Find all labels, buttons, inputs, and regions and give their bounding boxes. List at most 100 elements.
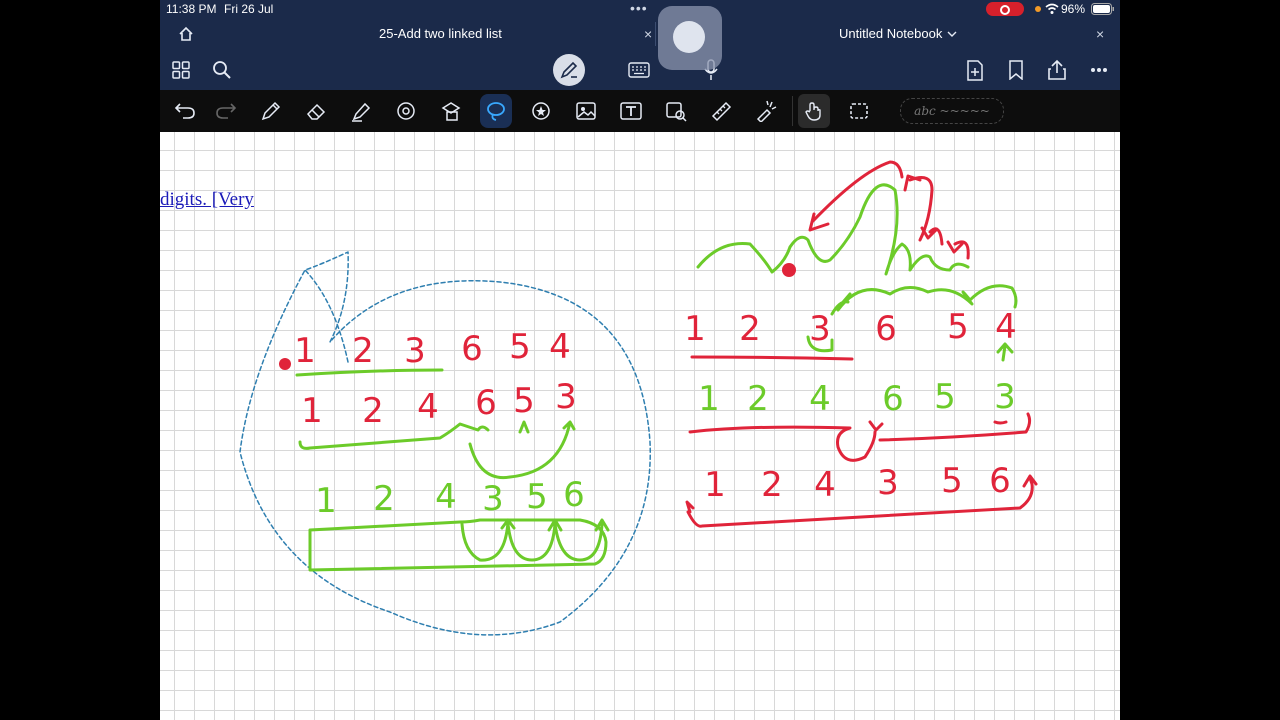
mic-indicator-icon bbox=[1035, 6, 1041, 12]
digit: 2 bbox=[362, 391, 384, 431]
tool-bar: abc ~~~~~ bbox=[160, 90, 1120, 132]
tab-add-two-linked-list[interactable]: 25-Add two linked list bbox=[379, 18, 502, 50]
tab-bar: 25-Add two linked list × Untitled Notebo… bbox=[160, 18, 1120, 50]
arc-stroke bbox=[836, 284, 1018, 312]
sticker-icon[interactable] bbox=[530, 100, 552, 122]
pen-tool-icon[interactable] bbox=[260, 100, 282, 122]
digit: 3 bbox=[404, 331, 426, 371]
hand-icon bbox=[805, 102, 821, 121]
left-row1: 1 2 3 6 5 4 bbox=[294, 327, 571, 371]
pointer-dot bbox=[279, 358, 291, 370]
wifi-icon bbox=[1045, 3, 1059, 14]
digit: 6 bbox=[875, 309, 897, 349]
digit: 1 bbox=[315, 481, 337, 521]
hand-tool-button[interactable] bbox=[798, 94, 830, 128]
write-mode-button[interactable] bbox=[553, 54, 585, 86]
digit: 4 bbox=[417, 387, 439, 427]
right-row1: 1 2 3 6 5 4 bbox=[684, 307, 1017, 349]
handwriting-layer: 1 2 3 6 5 4 1 2 4 6 5 3 1 2 4 3 5 6 1 2 … bbox=[239, 160, 1038, 636]
share-icon[interactable] bbox=[1047, 59, 1067, 81]
top-toolbar bbox=[160, 50, 1120, 90]
digit: 4 bbox=[809, 379, 831, 419]
search-icon[interactable] bbox=[212, 60, 232, 80]
status-date: Fri 26 Jul bbox=[224, 2, 274, 16]
arrow-stroke bbox=[946, 240, 970, 260]
digit: 3 bbox=[877, 463, 899, 503]
left-row2: 1 2 4 6 5 3 bbox=[301, 377, 577, 431]
arrow-stroke bbox=[518, 420, 530, 434]
pointer-dot bbox=[782, 263, 796, 277]
text-input-tool[interactable]: abc ~~~~~ bbox=[900, 98, 1004, 124]
selection-icon[interactable] bbox=[849, 102, 869, 120]
digit: 1 bbox=[301, 391, 323, 431]
highlighter-icon[interactable] bbox=[350, 100, 372, 122]
chevron-down-icon[interactable] bbox=[947, 30, 957, 38]
eraser-icon[interactable] bbox=[305, 100, 327, 122]
underline-stroke bbox=[690, 355, 854, 361]
digit: 2 bbox=[747, 379, 769, 419]
right-diagram: 1 2 3 6 5 4 1 2 4 6 5 3 1 2 4 3 5 6 bbox=[684, 307, 1017, 505]
image-icon[interactable] bbox=[575, 100, 597, 122]
wave-stroke bbox=[696, 183, 970, 276]
battery-percent: 96% bbox=[1061, 2, 1086, 16]
bookmark-icon[interactable] bbox=[1008, 60, 1024, 80]
arc-arrow-stroke bbox=[460, 518, 516, 562]
scan-image-icon[interactable] bbox=[665, 100, 687, 122]
tab-untitled-notebook[interactable]: Untitled Notebook bbox=[839, 18, 942, 50]
multitasking-overlay[interactable] bbox=[658, 6, 722, 70]
text-box-icon[interactable] bbox=[620, 101, 642, 121]
tab-close-icon[interactable]: × bbox=[644, 18, 652, 50]
digit: 5 bbox=[947, 307, 969, 347]
digit: 6 bbox=[563, 475, 585, 515]
arc-arrow-stroke bbox=[506, 518, 563, 562]
shape-tool-icon[interactable] bbox=[440, 100, 462, 122]
multitasking-dots-icon[interactable]: ••• bbox=[630, 0, 648, 16]
ruler-icon[interactable] bbox=[710, 100, 732, 122]
pen-icon bbox=[560, 61, 578, 79]
status-bar: 11:38 PM Fri 26 Jul ••• 96% bbox=[160, 0, 1120, 18]
right-row2: 1 2 4 6 5 3 bbox=[698, 377, 1016, 419]
keyboard-icon[interactable] bbox=[628, 62, 650, 78]
left-diagram: 1 2 3 6 5 4 1 2 4 6 5 3 1 2 4 3 5 6 bbox=[294, 327, 585, 521]
digit: 1 bbox=[704, 465, 726, 505]
laser-pointer-icon[interactable] bbox=[755, 100, 777, 122]
digit: 4 bbox=[435, 477, 457, 517]
digit: 4 bbox=[995, 307, 1017, 347]
screen-recording-icon[interactable] bbox=[986, 2, 1024, 16]
bracket-arrow-stroke bbox=[685, 474, 1038, 528]
shapes-icon[interactable] bbox=[395, 100, 417, 122]
home-icon[interactable] bbox=[178, 26, 194, 42]
arc-arrow-stroke bbox=[553, 518, 610, 562]
digit: 5 bbox=[513, 381, 535, 421]
undo-icon[interactable] bbox=[174, 102, 196, 120]
grid-view-icon[interactable] bbox=[172, 61, 190, 79]
tab-divider bbox=[655, 22, 656, 46]
digit: 1 bbox=[684, 309, 706, 349]
digit: 4 bbox=[814, 465, 836, 505]
digit: 2 bbox=[373, 479, 395, 519]
digit: 4 bbox=[549, 327, 571, 367]
digit: 6 bbox=[882, 379, 904, 419]
digit: 5 bbox=[509, 327, 531, 367]
add-page-icon[interactable] bbox=[966, 60, 984, 82]
digit: 3 bbox=[555, 377, 577, 417]
more-options-icon[interactable] bbox=[1090, 67, 1108, 73]
digit: 6 bbox=[475, 383, 497, 423]
battery-icon bbox=[1091, 3, 1114, 15]
digit: 3 bbox=[482, 479, 504, 519]
digit: 5 bbox=[934, 377, 956, 417]
notebook-canvas[interactable]: digits. [Very 1 2 3 6 5 4 1 2 4 6 5 3 1 … bbox=[160, 132, 1120, 720]
right-row3: 1 2 4 3 5 6 bbox=[704, 461, 1011, 505]
digit: 6 bbox=[461, 329, 483, 369]
arrow-stroke bbox=[920, 226, 944, 246]
lasso-tool-button[interactable] bbox=[480, 94, 512, 128]
digit: 2 bbox=[739, 309, 761, 349]
digit: 2 bbox=[761, 465, 783, 505]
digit: 1 bbox=[294, 331, 316, 371]
left-row3: 1 2 4 3 5 6 bbox=[315, 475, 585, 521]
tab-close-icon[interactable]: × bbox=[1096, 18, 1104, 50]
arrow-stroke bbox=[903, 174, 934, 242]
digit: 5 bbox=[526, 477, 548, 517]
redo-icon[interactable] bbox=[215, 102, 237, 120]
underscore-stroke bbox=[993, 420, 1008, 425]
